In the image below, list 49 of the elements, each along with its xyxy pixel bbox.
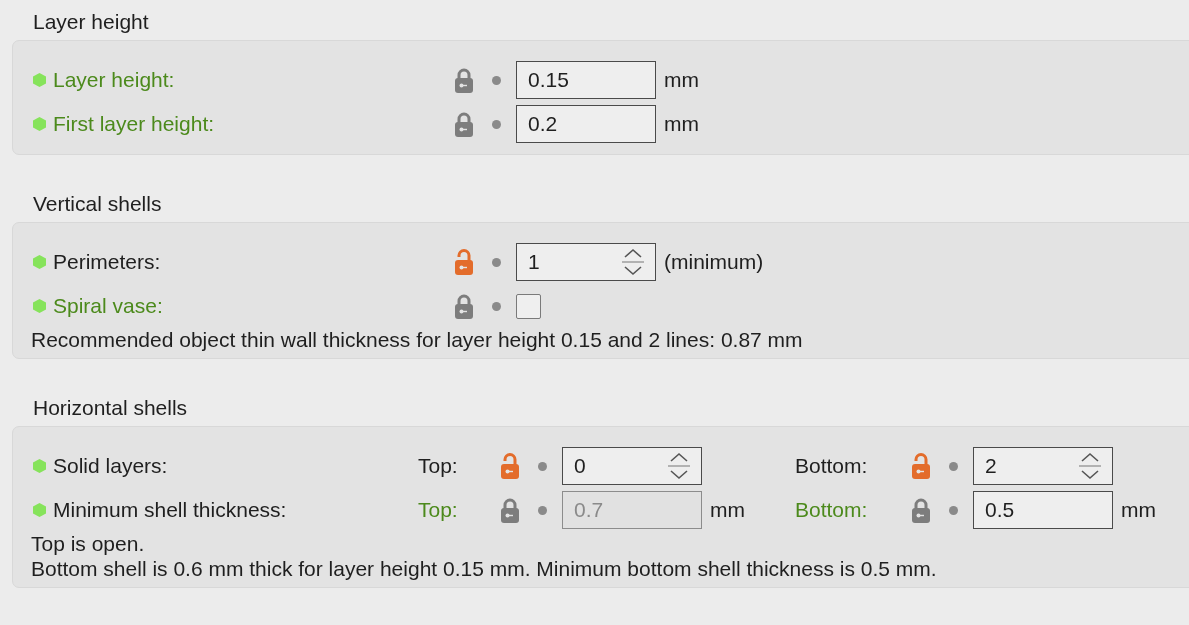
field-label: Top: <box>418 498 458 521</box>
section-title: Layer height <box>33 10 149 33</box>
setting-label: Spiral vase: <box>53 294 163 318</box>
hexagon-icon <box>33 299 46 313</box>
dot-icon[interactable] <box>538 461 547 471</box>
setting-label: Minimum shell thickness: <box>53 498 287 522</box>
info-text: Bottom shell is 0.6 mm thick for layer height 0.15 mm. Minimum bottom shell thickness is 0.5 mm. <box>31 556 937 581</box>
field-label: Bottom: <box>795 454 868 477</box>
setting-label: First layer height: <box>53 112 215 136</box>
hexagon-icon <box>33 503 46 517</box>
dot-icon[interactable] <box>949 505 958 515</box>
padlock-icon[interactable] <box>454 111 474 137</box>
open-padlock-icon[interactable] <box>911 453 931 479</box>
checkbox[interactable] <box>516 293 541 319</box>
input-field[interactable]: 0.2 <box>516 105 656 143</box>
hexagon-icon <box>33 73 46 87</box>
unit-label: mm <box>1121 498 1156 522</box>
dot-icon[interactable] <box>492 119 501 129</box>
dot-icon[interactable] <box>492 257 501 267</box>
unit-label: mm <box>710 498 745 522</box>
hexagon-icon <box>33 255 46 269</box>
info-text: Top is open. <box>31 531 145 556</box>
setting-label: Perimeters: <box>53 250 161 274</box>
field-label: Top: <box>418 454 458 477</box>
input-field[interactable]: 0.5 <box>973 491 1113 529</box>
unit-label: (minimum) <box>664 250 764 274</box>
open-padlock-icon[interactable] <box>500 453 520 479</box>
padlock-icon[interactable] <box>454 293 474 319</box>
padlock-icon[interactable] <box>454 67 474 93</box>
open-padlock-icon[interactable] <box>454 249 474 275</box>
number-field[interactable]: 2 <box>973 447 1113 485</box>
number-field[interactable]: 1 <box>516 243 656 281</box>
dot-icon[interactable] <box>492 75 501 85</box>
info-text: Recommended object thin wall thickness for layer height 0.15 and 2 lines: 0.87 mm <box>31 327 803 352</box>
input-field[interactable]: 0.15 <box>516 61 656 99</box>
hexagon-icon <box>33 459 46 473</box>
hexagon-icon <box>33 117 46 131</box>
dot-icon[interactable] <box>492 301 501 311</box>
number-field[interactable]: 0 <box>562 447 702 485</box>
setting-label: Layer height: <box>53 68 175 92</box>
setting-label: Solid layers: <box>53 454 168 478</box>
dot-icon[interactable] <box>949 461 958 471</box>
section-title: Vertical shells <box>33 192 162 215</box>
section-title: Horizontal shells <box>33 396 188 419</box>
unit-label: mm <box>664 68 699 92</box>
dot-icon[interactable] <box>538 505 547 515</box>
field-label: Bottom: <box>795 498 868 521</box>
unit-label: mm <box>664 112 699 136</box>
padlock-icon[interactable] <box>911 497 931 523</box>
